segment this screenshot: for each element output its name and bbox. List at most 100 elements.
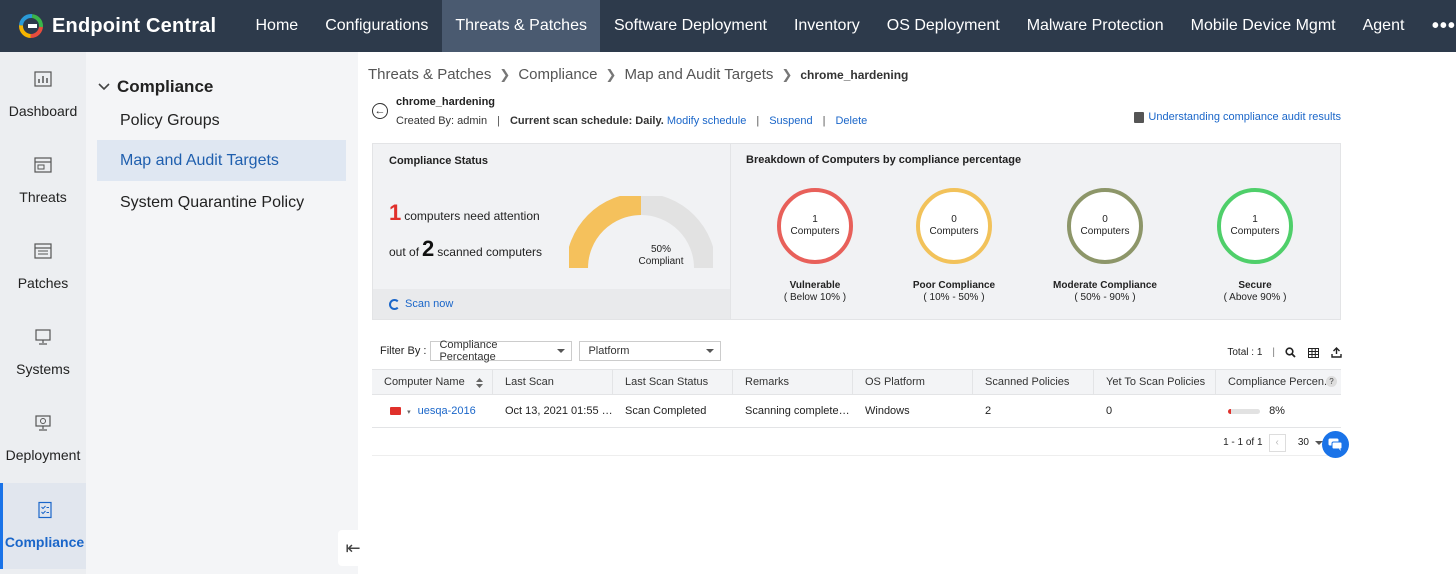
ring-unit: Computers bbox=[1230, 226, 1280, 237]
rail-item-deployment[interactable]: Deployment bbox=[0, 396, 86, 482]
rail-item-threats[interactable]: Threats bbox=[0, 138, 86, 224]
chevron-down-icon bbox=[98, 83, 110, 91]
col-last-scan-status[interactable]: Last Scan Status bbox=[613, 370, 733, 394]
delete-link[interactable]: Delete bbox=[835, 115, 867, 127]
rail-item-dashboard[interactable]: Dashboard bbox=[0, 52, 86, 138]
sort-icon[interactable] bbox=[476, 378, 483, 388]
select-value: Platform bbox=[588, 345, 630, 357]
scanned-text: scanned computers bbox=[437, 245, 543, 259]
gauge-percent: 50% bbox=[650, 244, 671, 255]
subnav-header-label: Compliance bbox=[117, 77, 214, 96]
chevron-right-icon: ❯ bbox=[499, 66, 511, 82]
subnav-item-map-audit-targets[interactable]: Map and Audit Targets bbox=[97, 140, 346, 181]
col-last-scan[interactable]: Last Scan bbox=[493, 370, 613, 394]
nav-inventory[interactable]: Inventory bbox=[780, 0, 873, 52]
refresh-icon bbox=[389, 298, 400, 310]
suspend-link[interactable]: Suspend bbox=[769, 115, 812, 127]
rail-label-compliance: Compliance bbox=[4, 534, 85, 550]
ring-vulnerable[interactable]: 1 Computers bbox=[777, 188, 853, 264]
col-scanned-policies[interactable]: Scanned Policies bbox=[973, 370, 1094, 394]
ring-moderate-compliance[interactable]: 0 Computers bbox=[1067, 188, 1143, 264]
nav-agent[interactable]: Agent bbox=[1349, 0, 1418, 52]
ring-caption-moderate-compliance: Moderate Compliance ( 50% - 90% ) bbox=[1035, 280, 1175, 304]
help-icon[interactable]: ? bbox=[1326, 376, 1337, 387]
breadcrumb-compliance[interactable]: Compliance bbox=[518, 66, 597, 83]
created-by: Created By: admin bbox=[396, 115, 488, 127]
ring-secure[interactable]: 1 Computers bbox=[1217, 188, 1293, 264]
rail-item-systems[interactable]: Systems bbox=[0, 310, 86, 396]
rail-label-systems: Systems bbox=[16, 361, 70, 377]
modify-schedule-link[interactable]: Modify schedule bbox=[667, 115, 747, 127]
divider: | bbox=[756, 115, 760, 127]
attention-stat: 1 computers need attention bbox=[389, 200, 540, 226]
compliance-percentage-select[interactable]: Compliance Percentage bbox=[430, 339, 573, 363]
ring-count: 0 bbox=[951, 214, 957, 225]
ring-unit: Computers bbox=[1080, 226, 1130, 237]
chat-icon bbox=[1328, 438, 1343, 451]
nav-software-deployment[interactable]: Software Deployment bbox=[600, 0, 780, 52]
ring-unit: Computers bbox=[929, 226, 979, 237]
col-remarks[interactable]: Remarks bbox=[733, 370, 853, 394]
attention-count: 1 bbox=[389, 200, 402, 225]
table-row[interactable]: ▾ uesqa-2016 Oct 13, 2021 01:55 P... Sca… bbox=[372, 395, 1341, 428]
rail-item-patches[interactable]: Patches bbox=[0, 224, 86, 310]
nav-home[interactable]: Home bbox=[242, 0, 312, 52]
col-computer-name[interactable]: Computer Name bbox=[372, 370, 493, 394]
ring-name: Vulnerable bbox=[789, 280, 841, 291]
col-label: Compliance Percen... bbox=[1228, 376, 1334, 388]
nav-os-deployment[interactable]: OS Deployment bbox=[873, 0, 1013, 52]
back-arrow-icon[interactable]: ← bbox=[372, 103, 388, 119]
cell-computer-name[interactable]: ▾ uesqa-2016 bbox=[372, 395, 493, 427]
compliance-value: 8% bbox=[1269, 405, 1285, 417]
pagination: 1 - 1 of 1 ‹ 30 bbox=[372, 430, 1341, 456]
nav-malware-protection[interactable]: Malware Protection bbox=[1013, 0, 1177, 52]
gauge-label: 50% Compliant bbox=[611, 244, 711, 268]
col-label: Computer Name bbox=[384, 376, 465, 388]
col-os-platform[interactable]: OS Platform bbox=[853, 370, 973, 394]
policy-title: chrome_hardening bbox=[396, 96, 496, 108]
table-tools: Total : 1 | bbox=[1227, 347, 1342, 358]
caret-down-icon bbox=[706, 349, 715, 353]
chat-support-button[interactable] bbox=[1322, 431, 1349, 458]
col-compliance-percentage[interactable]: Compliance Percen... ? bbox=[1216, 370, 1341, 394]
compliance-status-title: Compliance Status bbox=[389, 155, 489, 167]
ring-name: Poor Compliance bbox=[912, 280, 996, 291]
divider: | bbox=[497, 115, 500, 127]
compliance-status-panel: Compliance Status 1 computers need atten… bbox=[373, 144, 731, 319]
ring-poor-compliance[interactable]: 0 Computers bbox=[916, 188, 992, 264]
platform-select[interactable]: Platform bbox=[579, 341, 722, 361]
ring-unit: Computers bbox=[790, 226, 840, 237]
schedule-label: Current scan schedule: Daily. bbox=[509, 115, 664, 127]
ring-range: ( Below 10% ) bbox=[783, 292, 847, 303]
subnav-header[interactable]: Compliance bbox=[98, 77, 213, 97]
column-chooser-icon[interactable] bbox=[1308, 347, 1319, 358]
export-icon[interactable] bbox=[1331, 347, 1342, 358]
page-size-value: 30 bbox=[1297, 437, 1309, 448]
more-menu-icon[interactable]: ••• bbox=[1432, 0, 1456, 52]
breadcrumb-threats-patches[interactable]: Threats & Patches bbox=[368, 66, 491, 83]
left-rail: Dashboard Threats Patches Systems Deploy… bbox=[0, 52, 86, 574]
scan-now-button[interactable]: Scan now bbox=[373, 289, 730, 319]
ring-count: 1 bbox=[1252, 214, 1258, 225]
select-value: Compliance Percentage bbox=[439, 339, 498, 363]
caret-down-icon[interactable]: ▾ bbox=[407, 409, 411, 416]
subnav-item-policy-groups[interactable]: Policy Groups bbox=[97, 100, 346, 141]
attention-text: computers need attention bbox=[404, 209, 540, 223]
systems-icon bbox=[35, 329, 51, 345]
subnav-item-system-quarantine-policy[interactable]: System Quarantine Policy bbox=[97, 182, 346, 223]
ring-range: ( Above 90% ) bbox=[1223, 292, 1287, 303]
nav-threats-patches[interactable]: Threats & Patches bbox=[441, 0, 601, 52]
prev-page-button[interactable]: ‹ bbox=[1268, 433, 1286, 452]
cell-scanned-policies: 2 bbox=[985, 405, 992, 417]
computer-name-link[interactable]: uesqa-2016 bbox=[418, 405, 476, 417]
search-icon[interactable] bbox=[1285, 347, 1296, 358]
table-header: Computer Name Last Scan Last Scan Status… bbox=[372, 369, 1341, 395]
nav-configurations[interactable]: Configurations bbox=[312, 0, 442, 52]
col-yet-to-scan-policies[interactable]: Yet To Scan Policies bbox=[1094, 370, 1216, 394]
nav-mobile-device-mgmt[interactable]: Mobile Device Mgmt bbox=[1177, 0, 1349, 52]
rail-item-compliance[interactable]: Compliance bbox=[0, 483, 86, 569]
brand[interactable]: Endpoint Central bbox=[0, 13, 242, 39]
breadcrumb-map-audit-targets[interactable]: Map and Audit Targets bbox=[624, 66, 773, 83]
compliance-summary-card: Compliance Status 1 computers need atten… bbox=[372, 143, 1341, 320]
help-link[interactable]: Understanding compliance audit results bbox=[1134, 111, 1341, 123]
